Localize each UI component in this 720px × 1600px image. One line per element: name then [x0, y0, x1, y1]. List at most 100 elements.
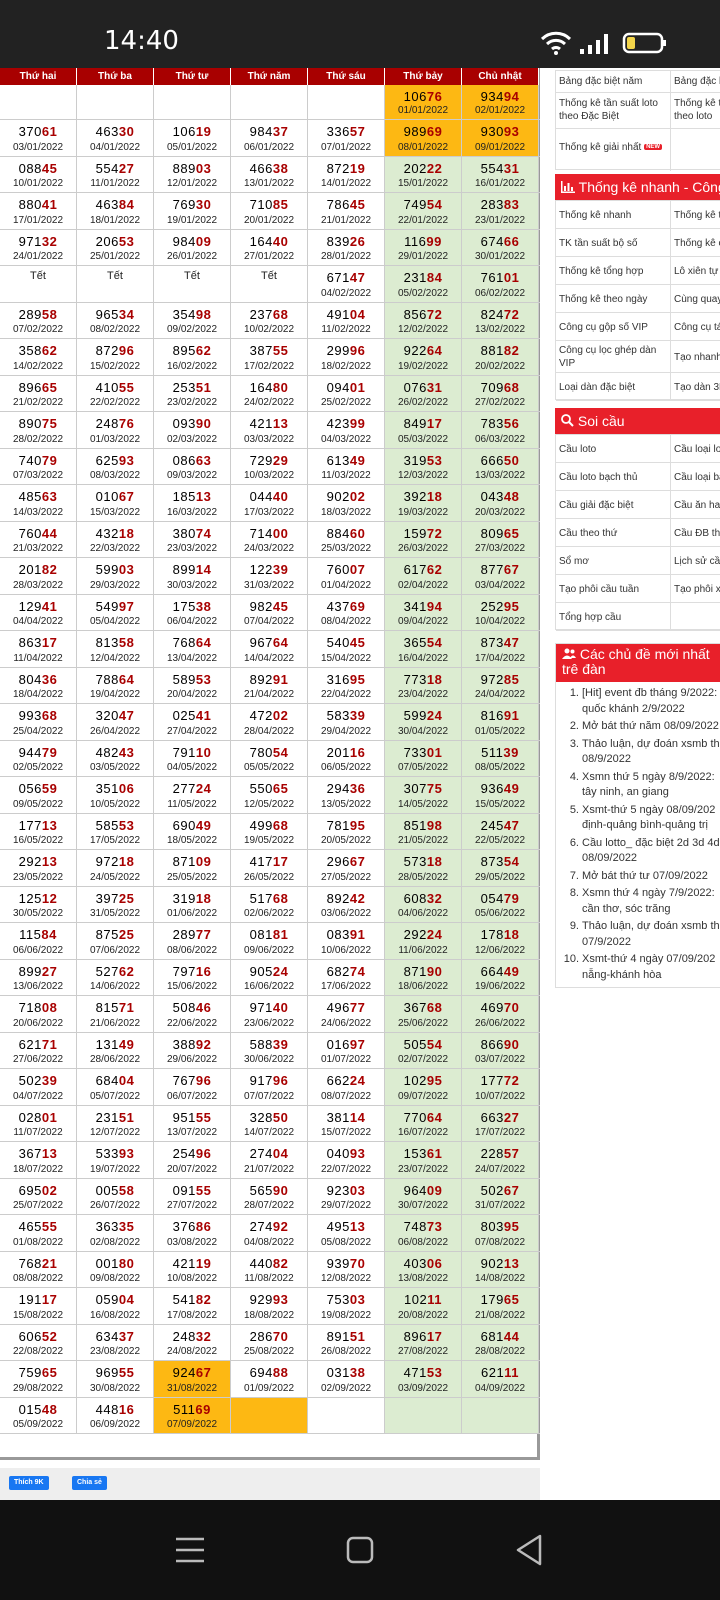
- topic-title[interactable]: Mở bát thứ năm 08/09/2022: [582, 720, 719, 732]
- result-number[interactable]: 96955: [77, 1365, 153, 1380]
- result-number[interactable]: 39725: [77, 891, 153, 906]
- result-number[interactable]: 49104: [308, 307, 384, 322]
- link-label[interactable]: Thống kê theo ngày: [556, 285, 671, 312]
- list-item[interactable]: Tạo phôi cầu tuần Tạo phôi x: [556, 575, 720, 603]
- result-number[interactable]: 24832: [154, 1329, 230, 1344]
- result-number[interactable]: 27492: [231, 1219, 307, 1234]
- result-number[interactable]: 08845: [0, 161, 76, 176]
- result-number[interactable]: 51768: [231, 891, 307, 906]
- result-number[interactable]: 63437: [77, 1329, 153, 1344]
- result-number[interactable]: 80436: [0, 672, 76, 687]
- result-number[interactable]: 76864: [154, 635, 230, 650]
- result-number[interactable]: 89151: [308, 1329, 384, 1344]
- result-number[interactable]: 08663: [154, 453, 230, 468]
- result-number[interactable]: 46384: [77, 197, 153, 212]
- result-number[interactable]: 67147: [308, 270, 384, 285]
- result-number[interactable]: 87347: [462, 635, 538, 650]
- result-number[interactable]: 29224: [385, 927, 461, 942]
- result-number[interactable]: 38755: [231, 343, 307, 358]
- result-number[interactable]: 05659: [0, 781, 76, 796]
- result-number[interactable]: 86317: [0, 635, 76, 650]
- result-number[interactable]: 68144: [462, 1329, 538, 1344]
- result-number[interactable]: 87109: [154, 854, 230, 869]
- list-item[interactable]: Công cụ gộp số VIP Công cụ tá: [556, 313, 720, 341]
- result-number[interactable]: 54182: [154, 1292, 230, 1307]
- result-number[interactable]: 97218: [77, 854, 153, 869]
- result-number[interactable]: 24547: [462, 818, 538, 833]
- topic-item[interactable]: 4. Xsmn thứ 5 ngày 8/9/2022: tây ninh, an …: [562, 770, 720, 801]
- result-number[interactable]: 59903: [77, 562, 153, 577]
- list-item[interactable]: Thống kê theo ngày Cùng quay: [556, 285, 720, 313]
- result-number[interactable]: 17713: [0, 818, 76, 833]
- result-number[interactable]: 78864: [77, 672, 153, 687]
- result-number[interactable]: 96764: [231, 635, 307, 650]
- result-number[interactable]: 55431: [462, 161, 538, 176]
- result-number[interactable]: 11584: [0, 927, 76, 942]
- result-number[interactable]: 10676: [385, 89, 461, 104]
- result-number[interactable]: 32850: [231, 1110, 307, 1125]
- list-item[interactable]: Thống kê tần suất loto theo Đặc Biệt Thố…: [556, 93, 720, 129]
- result-number[interactable]: 20653: [77, 234, 153, 249]
- list-item[interactable]: Bảng đặc biệt năm Bảng đặc b: [556, 71, 720, 93]
- link-label[interactable]: Cùng quay: [671, 285, 720, 312]
- result-number[interactable]: 87190: [385, 964, 461, 979]
- link-label[interactable]: Cầu loto: [556, 435, 671, 462]
- topic-item[interactable]: 8. Xsmn thứ 4 ngày 7/9/2022: cần thơ, sóc …: [562, 886, 720, 917]
- result-number[interactable]: 96409: [385, 1183, 461, 1198]
- result-number[interactable]: 01548: [0, 1402, 76, 1417]
- result-number[interactable]: 71808: [0, 1000, 76, 1015]
- result-number[interactable]: 38074: [154, 526, 230, 541]
- result-number[interactable]: 17772: [462, 1073, 538, 1088]
- result-number[interactable]: 89927: [0, 964, 76, 979]
- result-number[interactable]: 97140: [231, 1000, 307, 1015]
- list-item[interactable]: Loại dàn đặc biệtTạo dàn 3D: [556, 373, 720, 401]
- result-number[interactable]: 50267: [462, 1183, 538, 1198]
- link-label[interactable]: Tạo dàn 3D: [671, 373, 720, 400]
- link-label[interactable]: TK tần suất bộ số: [556, 229, 671, 256]
- result-number[interactable]: 34194: [385, 599, 461, 614]
- result-number[interactable]: 88041: [0, 197, 76, 212]
- result-number[interactable]: 46970: [462, 1000, 538, 1015]
- result-number[interactable]: 29213: [0, 854, 76, 869]
- link-label[interactable]: Cầu ăn hai: [671, 491, 720, 518]
- result-number[interactable]: 12239: [231, 562, 307, 577]
- result-number[interactable]: 98245: [231, 599, 307, 614]
- link-label[interactable]: Công cụ tá: [671, 313, 720, 340]
- link-label[interactable]: Loại dàn đặc biệt: [556, 373, 671, 400]
- result-number[interactable]: 39218: [385, 489, 461, 504]
- result-number[interactable]: 62593: [77, 453, 153, 468]
- result-number[interactable]: 31695: [308, 672, 384, 687]
- result-number[interactable]: 68274: [308, 964, 384, 979]
- share-button[interactable]: Chia sẻ: [72, 1476, 107, 1490]
- result-number[interactable]: 87767: [462, 562, 538, 577]
- list-item[interactable]: Thống kê giải nhất NEW: [556, 129, 720, 171]
- list-item[interactable]: Công cụ lọc ghép dàn VIP Tạo nhanh: [556, 341, 720, 373]
- result-number[interactable]: 49968: [231, 818, 307, 833]
- result-number[interactable]: 61349: [308, 453, 384, 468]
- link-label[interactable]: Tạo phôi cầu tuần: [556, 575, 671, 602]
- result-number[interactable]: 16440: [231, 234, 307, 249]
- result-number[interactable]: 66449: [462, 964, 538, 979]
- result-number[interactable]: 28383: [462, 197, 538, 212]
- result-number[interactable]: 09390: [154, 416, 230, 431]
- result-number[interactable]: 78356: [462, 416, 538, 431]
- result-number[interactable]: 77064: [385, 1110, 461, 1125]
- topic-title[interactable]: Xsmn thứ 5 ngày 8/9/2022:: [582, 771, 715, 783]
- result-number[interactable]: 48243: [77, 745, 153, 760]
- link-label[interactable]: Thống kê tần suất loto theo Đặc Biệt: [556, 93, 671, 128]
- result-number[interactable]: 43769: [308, 599, 384, 614]
- result-number[interactable]: 88460: [308, 526, 384, 541]
- result-number[interactable]: 35498: [154, 307, 230, 322]
- result-number[interactable]: 08391: [308, 927, 384, 942]
- result-number[interactable]: 92303: [308, 1183, 384, 1198]
- topic-item[interactable]: 3. Thảo luận, dự đoán xsmb th 08/9/2022: [562, 737, 720, 768]
- result-number[interactable]: 70968: [462, 380, 538, 395]
- result-number[interactable]: 02801: [0, 1110, 76, 1125]
- result-number[interactable]: 20116: [308, 745, 384, 760]
- result-number[interactable]: 22857: [462, 1146, 538, 1161]
- topic-item[interactable]: 1. [Hit] event đb tháng 9/2022: quốc khánh…: [562, 686, 720, 717]
- link-label[interactable]: Cầu giải đặc biệt: [556, 491, 671, 518]
- result-number[interactable]: 80965: [462, 526, 538, 541]
- result-number[interactable]: 69049: [154, 818, 230, 833]
- link-label[interactable]: Cầu loại ba: [671, 463, 720, 490]
